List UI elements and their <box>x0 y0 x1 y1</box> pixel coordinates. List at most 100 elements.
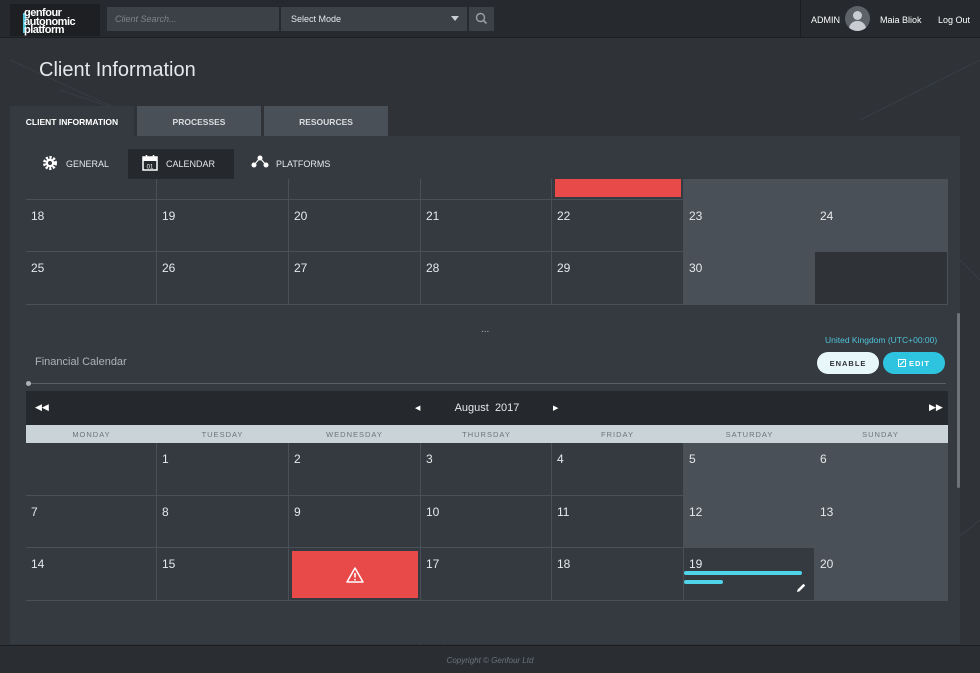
calendar-cell[interactable]: 23 <box>684 200 815 252</box>
slider-handle[interactable] <box>26 381 31 386</box>
subtab-general-label: GENERAL <box>66 159 110 169</box>
subtab-calendar-label: CALENDAR <box>166 159 216 169</box>
calendar-cell[interactable]: 18 <box>552 548 684 601</box>
day-number: 3 <box>426 452 433 466</box>
calendar-cell[interactable]: 19 <box>157 200 289 252</box>
scrollbar[interactable] <box>957 313 960 488</box>
day-number: 30 <box>689 261 703 275</box>
calendar-cell[interactable]: 28 <box>421 252 552 305</box>
pencil-icon[interactable] <box>795 582 807 594</box>
calendar-cell[interactable] <box>26 179 157 200</box>
day-number: 7 <box>31 505 38 519</box>
warning-icon <box>346 567 364 583</box>
genfour-logo[interactable]: genfour autonomic platform <box>10 4 100 36</box>
caret-down-icon <box>451 16 459 21</box>
avatar[interactable] <box>845 6 870 31</box>
day-number: 18 <box>31 209 45 223</box>
subtab-general[interactable]: GENERAL <box>28 149 124 179</box>
calendar-cell[interactable]: 17 <box>421 548 552 601</box>
tab-resources[interactable]: RESOURCES <box>264 106 388 136</box>
tab-processes[interactable]: PROCESSES <box>137 106 261 136</box>
gear-icon <box>43 156 57 170</box>
subtab-platforms[interactable]: PLATFORMS <box>238 149 348 179</box>
calendar-cell[interactable] <box>289 548 421 601</box>
role-label: ADMIN <box>811 15 840 25</box>
calendar-cell[interactable]: 7 <box>26 496 157 548</box>
more-ellipsis[interactable]: ... <box>481 324 489 335</box>
tab-client-information[interactable]: CLIENT INFORMATION <box>10 106 134 136</box>
calendar-cell[interactable] <box>26 443 157 496</box>
copyright-text: Copyright © Genfour Ltd <box>446 656 534 665</box>
footer: Copyright © Genfour Ltd <box>0 645 980 673</box>
day-number: 2 <box>294 452 301 466</box>
next-month-icon[interactable]: ▶ <box>553 404 558 412</box>
calendar-cell[interactable]: 9 <box>289 496 421 548</box>
calendar-cell[interactable]: 6 <box>815 443 948 496</box>
mode-select-dropdown[interactable]: Select Mode <box>281 7 467 31</box>
calendar-cell[interactable]: 15 <box>157 548 289 601</box>
calendar-cell[interactable]: 10 <box>421 496 552 548</box>
edit-button-label: EDIT <box>908 359 931 368</box>
calendar-cell[interactable]: 27 <box>289 252 421 305</box>
calendar-cell[interactable]: 14 <box>26 548 157 601</box>
calendar-icon: 01 <box>142 155 158 171</box>
calendar-cell[interactable]: 13 <box>815 496 948 548</box>
day-number: 4 <box>557 452 564 466</box>
logout-link[interactable]: Log Out <box>938 15 970 25</box>
calendar-cell[interactable]: 11 <box>552 496 684 548</box>
calendar-cell[interactable] <box>421 179 552 200</box>
calendar-cell[interactable]: 18 <box>26 200 157 252</box>
calendar-cell[interactable]: 4 <box>552 443 684 496</box>
day-number: 14 <box>31 557 45 571</box>
calendar-cell[interactable]: 3 <box>421 443 552 496</box>
calendar-cell[interactable]: 5 <box>684 443 815 496</box>
alert-day-marker[interactable] <box>555 179 681 197</box>
timezone-label[interactable]: United Kingdom (UTC+00:00) <box>825 335 937 345</box>
day-number: 1 <box>162 452 169 466</box>
weekday-header-row: MONDAY TUESDAY WEDNESDAY THURSDAY FRIDAY… <box>26 425 948 443</box>
client-search-input[interactable] <box>107 7 279 31</box>
calendar-cell[interactable]: 26 <box>157 252 289 305</box>
progress-bar <box>684 571 802 575</box>
user-name[interactable]: Maia Bliok <box>880 15 922 25</box>
day-number: 28 <box>426 261 440 275</box>
search-icon <box>475 12 488 25</box>
calendar-cell[interactable]: 25 <box>26 252 157 305</box>
next-year-icon[interactable]: ▶▶ <box>929 402 943 413</box>
calendar-cell[interactable] <box>289 179 421 200</box>
calendar-cell[interactable] <box>157 179 289 200</box>
calendar-cell[interactable]: 19 <box>684 548 815 601</box>
day-number: 23 <box>689 209 703 223</box>
calendar-cell[interactable] <box>684 179 815 200</box>
avatar-body <box>849 21 866 31</box>
day-number: 17 <box>426 557 440 571</box>
calendar-cell[interactable]: 20 <box>815 548 948 601</box>
slider-track[interactable] <box>28 383 946 384</box>
enable-button[interactable]: ENABLE <box>817 352 879 374</box>
day-number: 19 <box>689 557 703 571</box>
progress-bar <box>684 580 723 584</box>
day-number: 20 <box>294 209 308 223</box>
subtab-calendar[interactable]: 01 CALENDAR <box>128 149 234 179</box>
calendar-month-header: ◀◀ ◀ August 2017 ▶ ▶▶ <box>26 391 948 425</box>
day-number: 27 <box>294 261 308 275</box>
calendar-cell[interactable]: 24 <box>815 200 948 252</box>
calendar-cell[interactable]: 12 <box>684 496 815 548</box>
calendar-cell[interactable]: 20 <box>289 200 421 252</box>
financial-calendar-title: Financial Calendar <box>35 356 127 368</box>
calendar-cell[interactable]: 1 <box>157 443 289 496</box>
calendar-cell[interactable]: 2 <box>289 443 421 496</box>
day-number: 29 <box>557 261 571 275</box>
svg-text:01: 01 <box>147 165 154 171</box>
calendar-cell[interactable]: 30 <box>684 252 815 305</box>
calendar-cell[interactable]: 21 <box>421 200 552 252</box>
search-button[interactable] <box>469 7 494 31</box>
calendar-cell[interactable] <box>552 179 684 200</box>
edit-button[interactable]: EDIT <box>883 352 945 374</box>
calendar-cell[interactable]: 8 <box>157 496 289 548</box>
calendar-cell[interactable] <box>815 179 948 200</box>
alert-day-marker[interactable] <box>292 551 418 598</box>
calendar-cell[interactable]: 29 <box>552 252 684 305</box>
calendar-cell[interactable]: 22 <box>552 200 684 252</box>
avatar-head <box>853 11 862 20</box>
